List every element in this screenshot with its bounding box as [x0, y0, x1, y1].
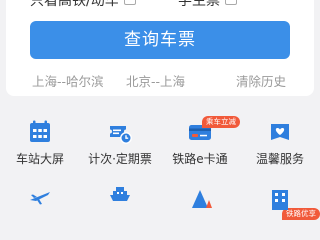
- student-ticket-option[interactable]: 学生票: [178, 0, 237, 10]
- service-ticket-pass[interactable]: 计次·定期票: [80, 112, 160, 172]
- query-tickets-button[interactable]: 查询车票: [30, 21, 290, 59]
- service-label: 温馨服务: [255, 152, 304, 166]
- service-label: 车站大屏: [15, 152, 64, 166]
- services-grid: 车站大屏 计次·定期票 乘车立减 铁路e卡通 温馨服务 铁路优享: [0, 112, 320, 220]
- ship-icon[interactable]: [108, 184, 132, 208]
- building-icon[interactable]: [268, 186, 292, 210]
- history-item[interactable]: 北京--上海: [126, 71, 185, 90]
- ticket-search-card: 只看高铁/动车 学生票 查询车票 上海--哈尔滨 北京--上海 清除历史: [6, 0, 314, 96]
- clear-history-button[interactable]: 清除历史: [236, 71, 286, 90]
- ticket-options: 只看高铁/动车 学生票: [6, 0, 314, 9]
- service-station-board[interactable]: 车站大屏: [0, 112, 80, 172]
- service-label: 铁路e卡通: [172, 152, 228, 166]
- service-warm-service[interactable]: 温馨服务: [240, 112, 320, 172]
- hsr-only-label: 只看高铁/动车: [30, 0, 119, 9]
- ticket-clock-icon: [110, 126, 132, 144]
- student-ticket-label: 学生票: [178, 0, 220, 9]
- airplane-icon[interactable]: [28, 186, 52, 210]
- hsr-only-checkbox[interactable]: [123, 0, 136, 5]
- student-ticket-checkbox[interactable]: [225, 0, 237, 5]
- service-rail-ecard[interactable]: 乘车立减 铁路e卡通: [160, 112, 240, 172]
- hotel-icon[interactable]: [188, 186, 212, 210]
- promo-badge: 乘车立减: [202, 116, 240, 128]
- service-label: 计次·定期票: [88, 152, 152, 166]
- history-item[interactable]: 上海--哈尔滨: [32, 71, 104, 90]
- hsr-only-option[interactable]: 只看高铁/动车: [30, 0, 136, 10]
- station-board-icon: [30, 120, 50, 142]
- heart-service-icon: [271, 124, 289, 140]
